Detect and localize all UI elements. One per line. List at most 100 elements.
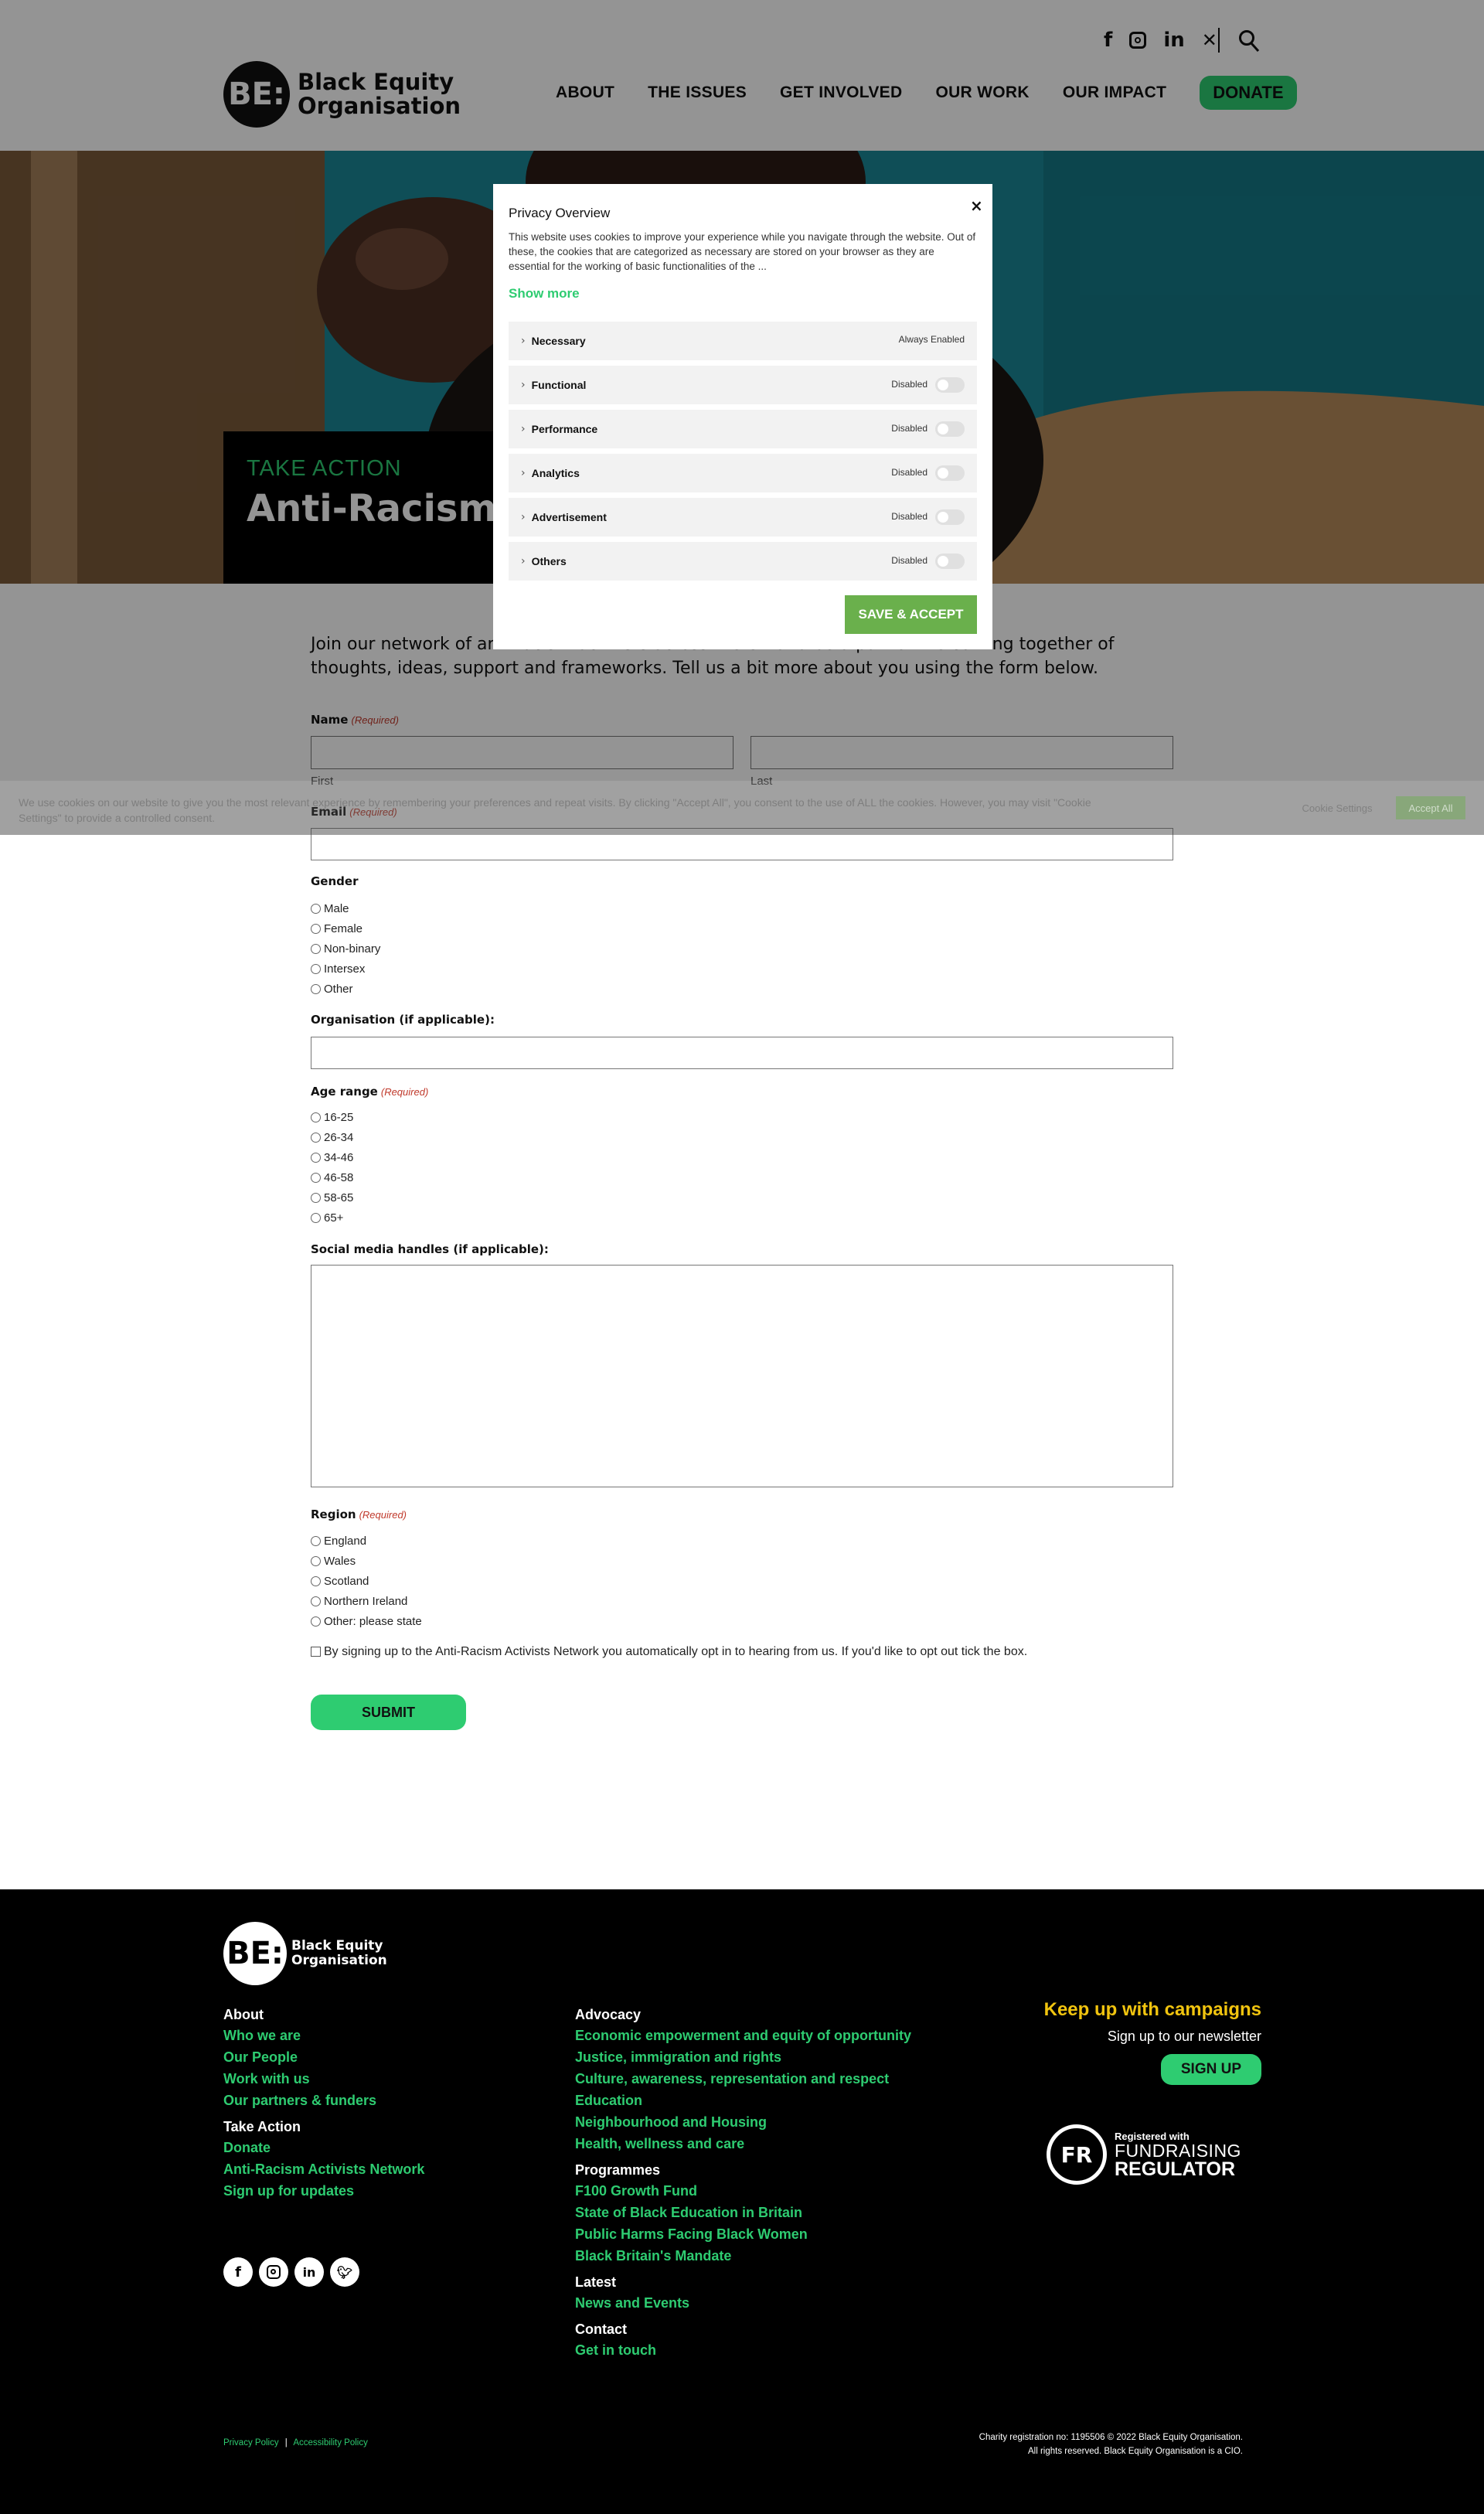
age-option[interactable]: 16-25 bbox=[311, 1107, 353, 1127]
close-icon[interactable]: × bbox=[970, 196, 983, 215]
linkedin-icon[interactable]: in bbox=[294, 2257, 324, 2287]
social-handles-textarea[interactable] bbox=[311, 1265, 1173, 1487]
show-more-link[interactable]: Show more bbox=[509, 286, 580, 301]
category-toggle[interactable] bbox=[935, 465, 965, 481]
region-option-label: Northern Ireland bbox=[324, 1594, 408, 1608]
radio-button[interactable] bbox=[311, 1212, 321, 1223]
category-toggle[interactable] bbox=[935, 421, 965, 437]
cookie-category-advertisement[interactable]: › Advertisement Disabled bbox=[509, 498, 977, 537]
radio-button[interactable] bbox=[311, 1112, 321, 1122]
footer-link[interactable]: Sign up for updates bbox=[223, 2180, 424, 2202]
radio-button[interactable] bbox=[311, 1616, 321, 1627]
radio-button[interactable] bbox=[311, 1132, 321, 1143]
optout-checkbox[interactable] bbox=[311, 1647, 321, 1657]
privacy-policy-link[interactable]: Privacy Policy bbox=[223, 2438, 279, 2448]
category-name: Advertisement bbox=[531, 511, 607, 523]
footer-link[interactable]: Economic empowerment and equity of oppor… bbox=[575, 2025, 938, 2046]
gender-option[interactable]: Female bbox=[311, 918, 380, 938]
footer-link[interactable]: Work with us bbox=[223, 2068, 424, 2090]
footer-link[interactable]: Our People bbox=[223, 2046, 424, 2068]
radio-button[interactable] bbox=[311, 903, 321, 914]
chevron-right-icon: › bbox=[521, 379, 526, 391]
footer-link[interactable]: F100 Growth Fund bbox=[575, 2180, 938, 2202]
footer-link[interactable]: Justice, immigration and rights bbox=[575, 2046, 938, 2068]
category-state: Disabled bbox=[891, 423, 928, 434]
cookie-category-others[interactable]: › Others Disabled bbox=[509, 542, 977, 581]
footer-logo-mark-text: BE: bbox=[226, 1936, 284, 1971]
radio-button[interactable] bbox=[311, 1576, 321, 1586]
region-option-label: England bbox=[324, 1534, 367, 1548]
age-option[interactable]: 26-34 bbox=[311, 1127, 353, 1147]
cookie-settings-button[interactable]: Cookie Settings bbox=[1291, 796, 1384, 819]
gender-option[interactable]: Non-binary bbox=[311, 938, 380, 959]
age-option[interactable]: 46-58 bbox=[311, 1167, 353, 1187]
campaigns-title: Keep up with campaigns bbox=[1043, 1999, 1261, 2020]
footer-link[interactable]: News and Events bbox=[575, 2292, 938, 2314]
category-toggle[interactable] bbox=[935, 377, 965, 393]
category-name: Performance bbox=[531, 423, 598, 435]
radio-button[interactable] bbox=[311, 983, 321, 994]
radio-button[interactable] bbox=[311, 923, 321, 934]
footer-logo-line2: Organisation bbox=[291, 1953, 387, 1968]
category-toggle[interactable] bbox=[935, 554, 965, 569]
footer-link[interactable]: Culture, awareness, representation and r… bbox=[575, 2068, 938, 2090]
radio-button[interactable] bbox=[311, 963, 321, 974]
radio-button[interactable] bbox=[311, 1152, 321, 1163]
footer-link[interactable]: Get in touch bbox=[575, 2339, 938, 2361]
submit-button[interactable]: SUBMIT bbox=[311, 1695, 466, 1730]
instagram-icon[interactable] bbox=[259, 2257, 288, 2287]
region-option[interactable]: Other: please state bbox=[311, 1611, 422, 1631]
gender-label: Gender bbox=[311, 874, 359, 888]
footer-link[interactable]: Donate bbox=[223, 2137, 424, 2158]
footer-programmes-head: Programmes bbox=[575, 2162, 661, 2178]
gender-option[interactable]: Intersex bbox=[311, 959, 380, 979]
fundraising-regulator-badge[interactable]: FR Registered with FUNDRAISING REGULATOR bbox=[1047, 2124, 1241, 2185]
footer-col-advocacy: Advocacy Economic empowerment and equity… bbox=[575, 2007, 938, 2361]
twitter-icon[interactable]: 🐦︎ bbox=[330, 2257, 359, 2287]
footer-link[interactable]: Health, wellness and care bbox=[575, 2133, 938, 2155]
cookie-category-performance[interactable]: › Performance Disabled bbox=[509, 410, 977, 448]
footer-link[interactable]: Public Harms Facing Black Women bbox=[575, 2223, 938, 2245]
footer-link[interactable]: Education bbox=[575, 2090, 938, 2111]
footer-link[interactable]: Anti-Racism Activists Network bbox=[223, 2158, 424, 2180]
region-option[interactable]: Northern Ireland bbox=[311, 1591, 422, 1611]
radio-button[interactable] bbox=[311, 1535, 321, 1546]
region-option[interactable]: Wales bbox=[311, 1551, 422, 1571]
signup-button[interactable]: SIGN UP bbox=[1160, 2054, 1261, 2085]
footer-logo[interactable]: BE: Black Equity Organisation bbox=[223, 1922, 387, 1985]
gender-option-label: Female bbox=[324, 921, 363, 935]
required-marker: (Required) bbox=[359, 1509, 407, 1521]
facebook-icon[interactable]: f bbox=[223, 2257, 253, 2287]
footer-link[interactable]: Black Britain's Mandate bbox=[575, 2245, 938, 2267]
region-option[interactable]: England bbox=[311, 1531, 422, 1551]
radio-button[interactable] bbox=[311, 1172, 321, 1183]
footer-link[interactable]: State of Black Education in Britain bbox=[575, 2202, 938, 2223]
region-option[interactable]: Scotland bbox=[311, 1571, 422, 1591]
gender-option[interactable]: Other bbox=[311, 979, 380, 999]
cookie-category-analytics[interactable]: › Analytics Disabled bbox=[509, 454, 977, 492]
footer-link[interactable]: Neighbourhood and Housing bbox=[575, 2111, 938, 2133]
category-state: Disabled bbox=[891, 555, 928, 566]
radio-button[interactable] bbox=[311, 943, 321, 954]
footer-link[interactable]: Who we are bbox=[223, 2025, 424, 2046]
accessibility-policy-link[interactable]: Accessibility Policy bbox=[293, 2438, 368, 2448]
age-options: 16-25 26-34 34-46 46-58 58-65 65+ bbox=[311, 1107, 353, 1228]
category-toggle[interactable] bbox=[935, 509, 965, 525]
social-handles-label: Social media handles (if applicable): bbox=[311, 1242, 549, 1256]
save-and-accept-button[interactable]: SAVE & ACCEPT bbox=[845, 595, 977, 634]
cookie-category-necessary[interactable]: › Necessary Always Enabled bbox=[509, 322, 977, 360]
cookie-accept-all-button[interactable]: Accept All bbox=[1396, 796, 1465, 819]
cookie-category-functional[interactable]: › Functional Disabled bbox=[509, 366, 977, 404]
organisation-input[interactable] bbox=[311, 1037, 1173, 1069]
gender-option[interactable]: Male bbox=[311, 898, 380, 918]
radio-button[interactable] bbox=[311, 1555, 321, 1566]
fr-line1: FUNDRAISING bbox=[1115, 2140, 1241, 2161]
footer-latest-head: Latest bbox=[575, 2274, 617, 2290]
age-option[interactable]: 65+ bbox=[311, 1208, 353, 1228]
footer-link[interactable]: Our partners & funders bbox=[223, 2090, 424, 2111]
radio-button[interactable] bbox=[311, 1596, 321, 1606]
age-option[interactable]: 34-46 bbox=[311, 1147, 353, 1167]
age-option[interactable]: 58-65 bbox=[311, 1187, 353, 1208]
radio-button[interactable] bbox=[311, 1192, 321, 1203]
chevron-right-icon: › bbox=[521, 555, 526, 567]
